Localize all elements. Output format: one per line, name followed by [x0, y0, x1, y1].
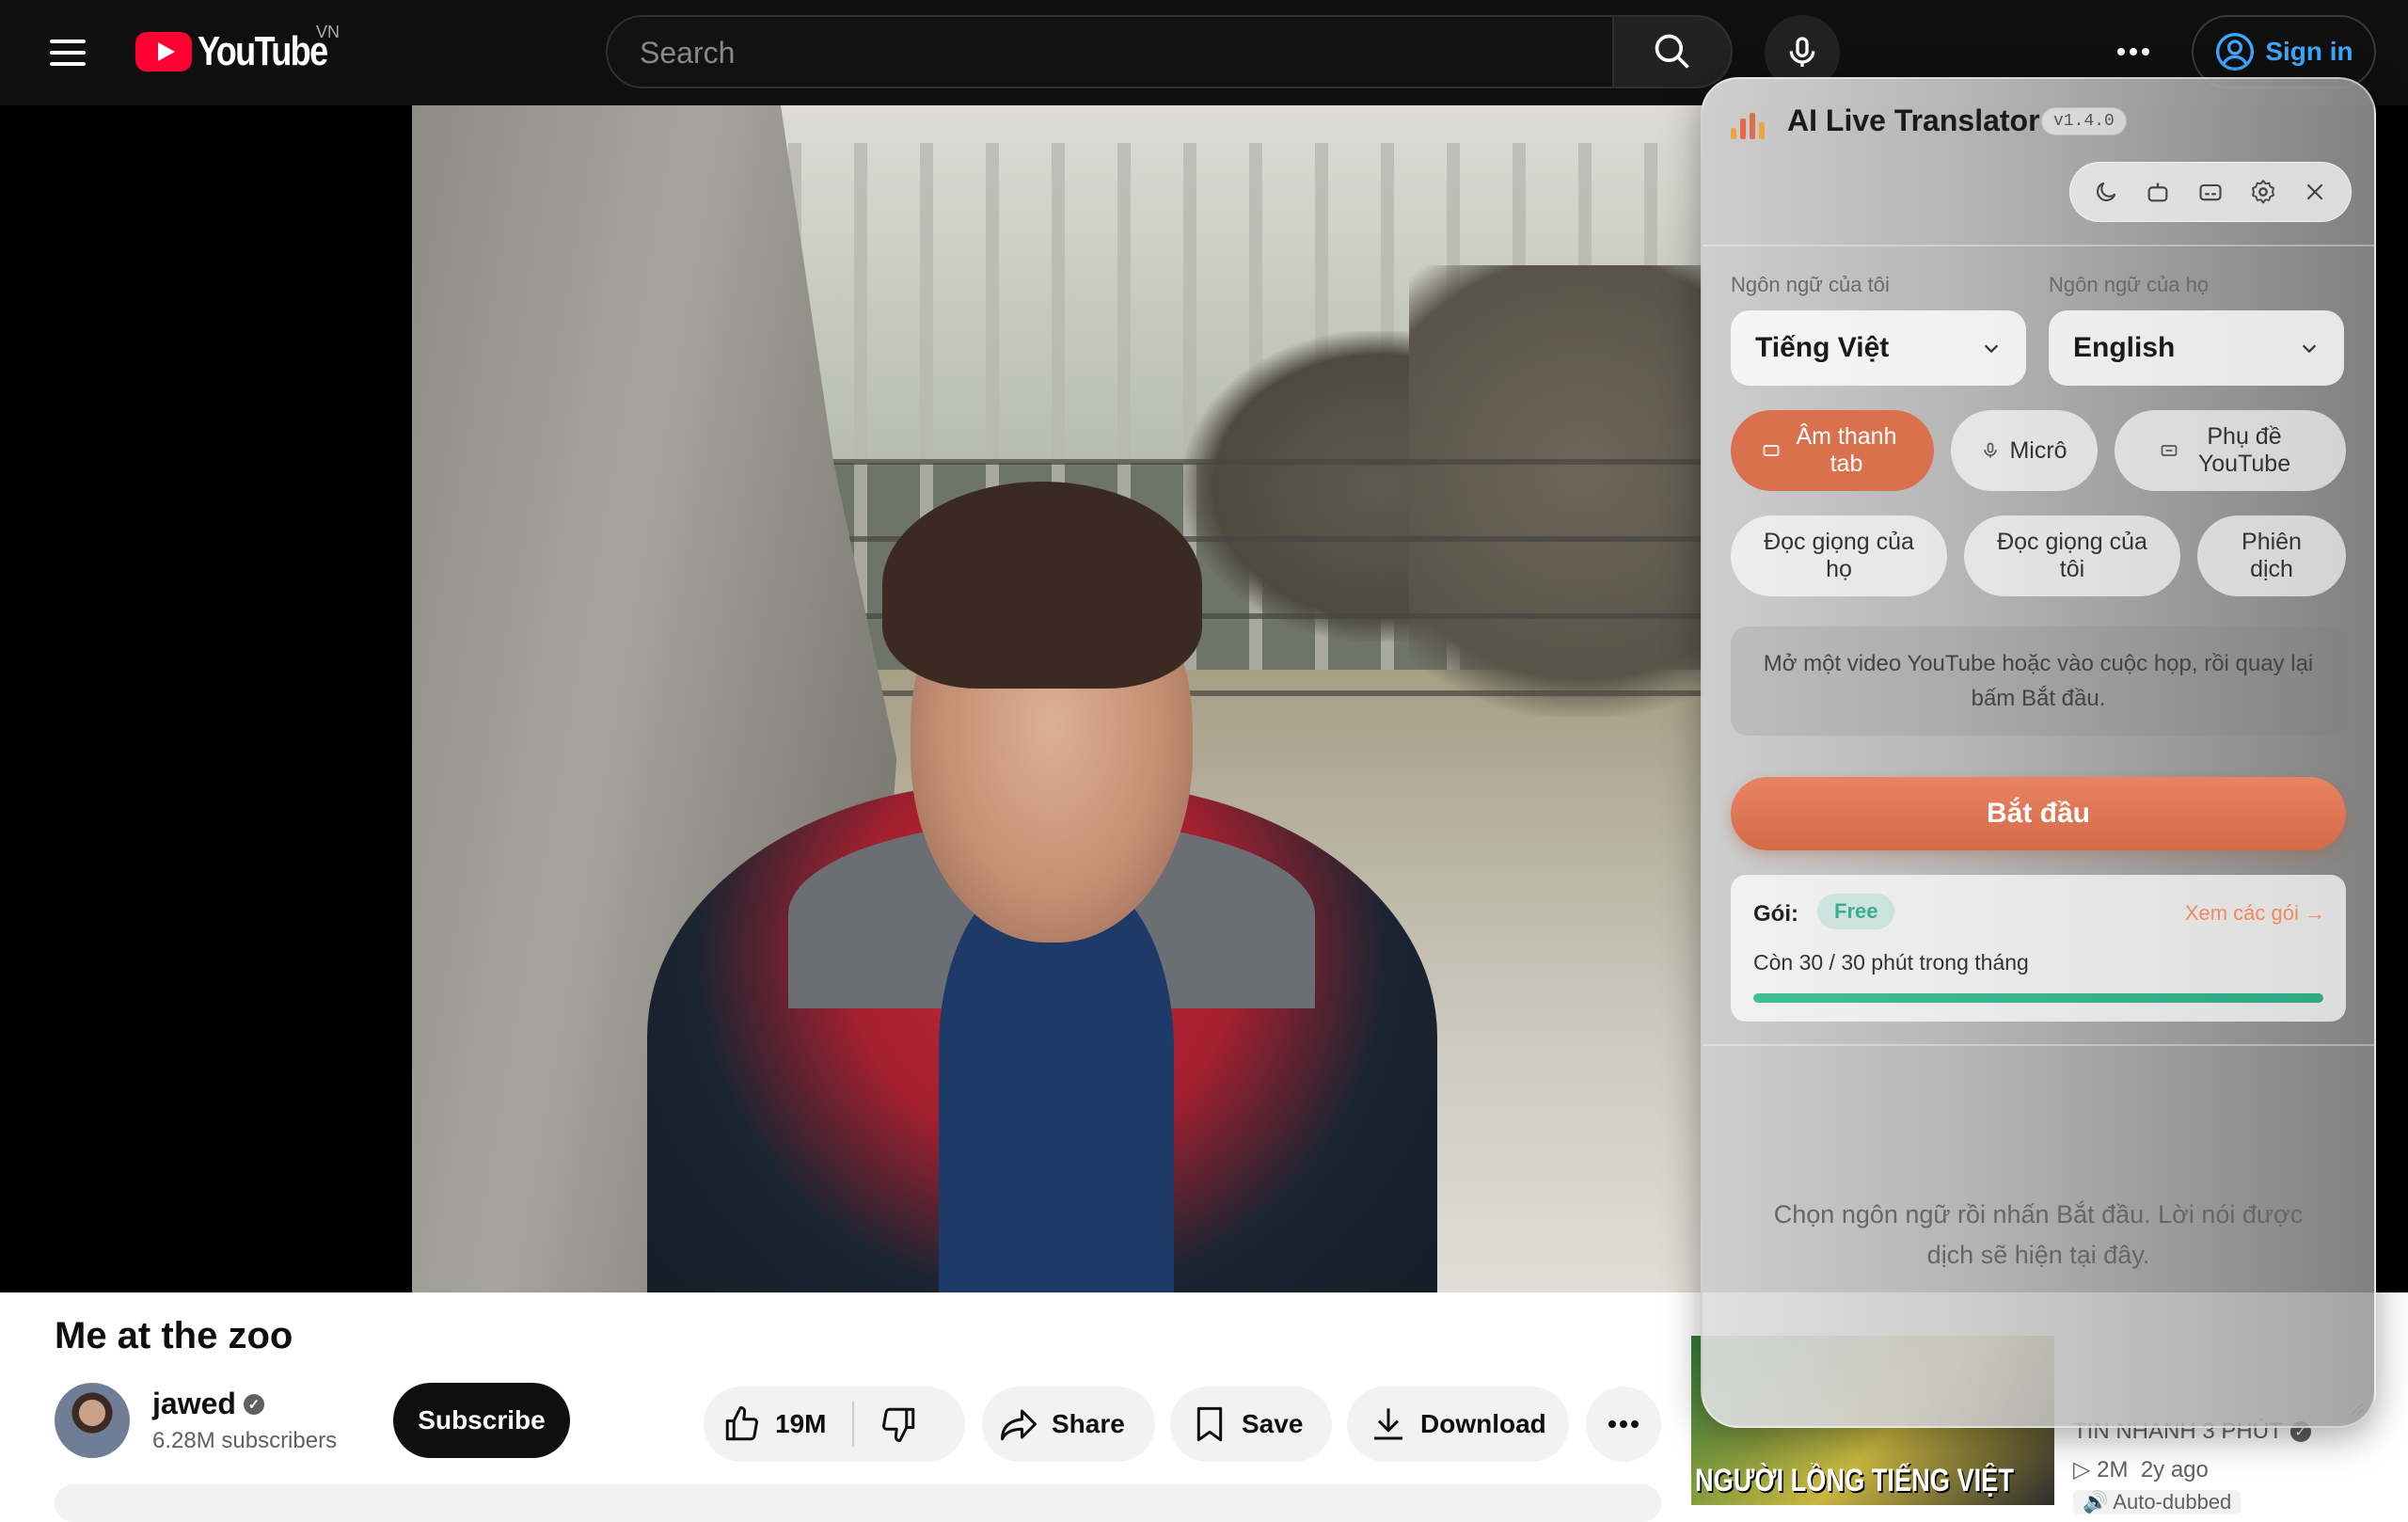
mode-interpret-label: Phiên dịch [2242, 529, 2302, 582]
view-plans-link[interactable]: Xem các gói → [2185, 901, 2325, 926]
download-button[interactable]: Download [1347, 1387, 1569, 1462]
transcript-placeholder: Chọn ngôn ngữ rồi nhấn Bắt đầu. Lời nói … [1773, 1200, 2304, 1270]
mode-read-their-voice[interactable]: Đọc giọng của họ [1731, 515, 1947, 596]
captions-icon [2161, 445, 2178, 456]
microphone-icon [1789, 37, 1815, 67]
country-code: VN [316, 23, 341, 41]
moon-icon [2096, 182, 2116, 201]
channel-name-row[interactable]: jawed ✓ [152, 1387, 264, 1421]
mode-microphone[interactable]: Micrô [1951, 410, 2098, 491]
more-actions-button[interactable] [1586, 1387, 1661, 1462]
version-badge: v1.4.0 [2041, 107, 2127, 135]
dislike-button[interactable] [854, 1404, 918, 1444]
recommendation-age: 2y ago [2140, 1457, 2209, 1482]
thumbs-up-icon [725, 1406, 758, 1441]
channel-name[interactable]: jawed [152, 1387, 236, 1421]
thumbs-down-icon [882, 1407, 915, 1442]
auto-dubbed-badge: 🔊 Auto-dubbed [2073, 1490, 2242, 1514]
my-language-value: Tiếng Việt [1755, 332, 1890, 363]
youtube-play-icon [135, 32, 192, 71]
robot-icon [2148, 182, 2168, 202]
bot-button[interactable] [2139, 173, 2177, 211]
gear-icon [2251, 180, 2274, 204]
thumbnail-caption: NGƯỜI LỒNG TIẾNG VIỆT [1695, 1463, 2014, 1498]
resize-grip-icon[interactable] [2346, 1398, 2365, 1417]
mode-tab-audio-label: Âm thanh tab [1796, 423, 1897, 477]
plan-usage-bar [1753, 993, 2323, 1003]
hint-message: Mở một video YouTube hoặc vào cuộc họp, … [1731, 626, 2346, 736]
more-options-button[interactable] [2107, 28, 2160, 75]
mode-read-my-voice[interactable]: Đọc giọng của tôi [1964, 515, 2180, 596]
plan-card: Gói: Free Xem các gói → Còn 30 / 30 phút… [1731, 875, 2346, 1022]
recommendation-meta: ▷ 2M 2y ago [2073, 1457, 2209, 1482]
mode-interpret[interactable]: Phiên dịch [2197, 515, 2346, 596]
subscribe-button[interactable]: Subscribe [393, 1383, 570, 1458]
panel-title: AI Live Translator [1787, 103, 2040, 137]
translator-logo-icon [1731, 113, 1765, 139]
search-input[interactable] [638, 17, 1582, 88]
chevron-down-icon [2302, 344, 2317, 354]
save-label: Save [1242, 1409, 1304, 1438]
captions-icon [2199, 183, 2222, 201]
more-dots-icon [1608, 1420, 1639, 1428]
plan-tier-badge: Free [1817, 894, 1895, 929]
panel-toolbar [2069, 162, 2352, 222]
channel-avatar[interactable] [55, 1383, 130, 1458]
start-button[interactable]: Bắt đầu [1731, 777, 2346, 850]
logo-text: YouTube [198, 28, 328, 74]
search-button[interactable] [1614, 15, 1733, 88]
video-frame[interactable] [412, 105, 1703, 1292]
mode-youtube-subtitles-label: Phụ đề YouTube [2197, 423, 2291, 477]
mode-read-their-voice-label: Đọc giọng của họ [1764, 529, 1914, 582]
bookmark-icon [1196, 1406, 1223, 1442]
chevron-down-icon [1984, 344, 1999, 354]
plan-label: Gói: [1753, 901, 1798, 927]
plan-usage-text: Còn 30 / 30 phút trong tháng [1753, 950, 2029, 975]
save-button[interactable]: Save [1170, 1387, 1332, 1462]
my-language-label: Ngôn ngữ của tôi [1731, 273, 1890, 296]
verified-icon: ✓ [243, 1393, 264, 1415]
their-language-select[interactable]: English [2049, 310, 2344, 386]
like-dislike-group: 19M [704, 1387, 965, 1462]
share-label: Share [1052, 1409, 1125, 1438]
settings-button[interactable] [2244, 173, 2282, 211]
like-count: 19M [775, 1409, 827, 1438]
close-button[interactable] [2296, 173, 2334, 211]
plan-usage-fill [1753, 993, 2323, 1003]
panel-header: AI Live Translator v1.4.0 [1703, 79, 2374, 246]
panel-divider [1703, 1044, 2374, 1046]
more-dots-icon [2117, 48, 2149, 55]
mode-tab-audio[interactable]: Âm thanh tab [1731, 410, 1934, 491]
mode-youtube-subtitles[interactable]: Phụ đề YouTube [2115, 410, 2346, 491]
microphone-icon [1984, 442, 1998, 458]
my-language-select[interactable]: Tiếng Việt [1731, 310, 2026, 386]
dark-mode-button[interactable] [2087, 173, 2125, 211]
description-box[interactable] [55, 1484, 1661, 1522]
account-icon [2216, 33, 2255, 71]
download-label: Download [1420, 1409, 1546, 1438]
their-language-value: English [2073, 332, 2176, 363]
mode-read-my-voice-label: Đọc giọng của tôi [1997, 529, 2147, 582]
download-icon [1374, 1408, 1402, 1440]
sign-in-label: Sign in [2265, 37, 2353, 66]
their-language-label: Ngôn ngữ của họ [2049, 273, 2210, 296]
share-button[interactable]: Share [982, 1387, 1155, 1462]
mode-microphone-label: Micrô [2009, 436, 2067, 464]
subscriber-count: 6.28M subscribers [152, 1428, 338, 1453]
close-icon [2306, 183, 2323, 200]
subtitles-button[interactable] [2192, 173, 2229, 211]
translator-panel: AI Live Translator v1.4.0 Ngôn ngữ của t… [1701, 77, 2376, 1428]
auto-dubbed-label: Auto-dubbed [2113, 1490, 2232, 1514]
tab-icon [1763, 445, 1780, 456]
search-icon [1655, 34, 1689, 69]
like-button[interactable]: 19M [722, 1402, 855, 1447]
video-title: Me at the zoo [55, 1315, 293, 1356]
search-box [606, 15, 1614, 88]
recommendation-views: 2M [2097, 1457, 2129, 1482]
share-icon [1001, 1409, 1037, 1441]
menu-icon[interactable] [47, 34, 88, 71]
